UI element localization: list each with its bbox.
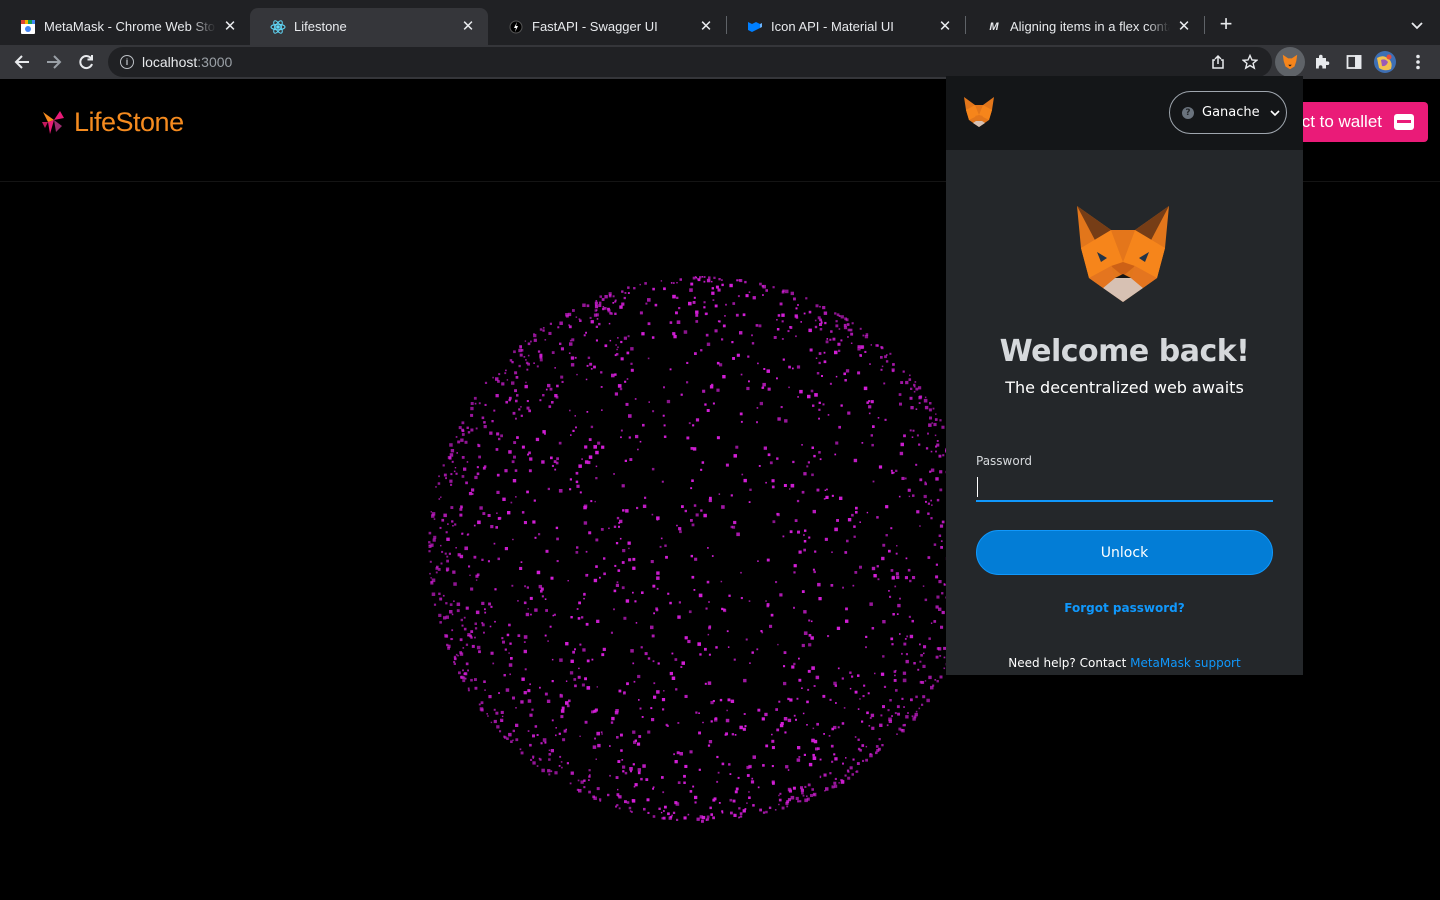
welcome-subtitle: The decentralized web awaits — [1005, 378, 1244, 397]
tab-material-ui[interactable]: Icon API - Material UI ✕ — [727, 8, 965, 45]
metamask-fox-icon — [964, 97, 994, 127]
network-selector[interactable]: ? Ganache — [1169, 91, 1287, 134]
close-tab-icon[interactable]: ✕ — [698, 18, 714, 35]
tab-strip: MetaMask - Chrome Web Store ✕ Lifestone … — [0, 0, 1440, 45]
tab-title: Icon API - Material UI — [771, 19, 894, 34]
connect-wallet-label: ct to wallet — [1301, 112, 1382, 131]
welcome-title: Welcome back! — [999, 334, 1250, 369]
password-input[interactable] — [976, 472, 1273, 502]
url-host: localhost — [142, 54, 198, 70]
react-icon — [270, 19, 286, 35]
star-icon[interactable] — [1240, 52, 1260, 72]
swagger-icon — [508, 19, 524, 35]
new-tab-button[interactable]: + — [1214, 13, 1238, 37]
lifestone-logo-icon — [42, 110, 64, 134]
tab-title: Aligning items in a flex container — [1010, 19, 1170, 34]
metamask-support-link[interactable]: MetaMask support — [1130, 656, 1241, 670]
network-name: Ganache — [1202, 105, 1260, 120]
close-tab-icon[interactable]: ✕ — [1176, 18, 1192, 35]
forgot-password-link[interactable]: Forgot password? — [946, 601, 1303, 615]
mdn-icon: M — [989, 20, 999, 33]
profile-avatar[interactable] — [1370, 47, 1400, 77]
logo-text: LifeStone — [74, 107, 184, 137]
share-icon[interactable] — [1208, 52, 1228, 72]
arrow-left-icon[interactable] — [9, 49, 35, 75]
metamask-fox-logo — [1077, 206, 1169, 302]
close-tab-icon[interactable]: ✕ — [460, 18, 476, 35]
tab-fastapi[interactable]: FastAPI - Swagger UI ✕ — [488, 8, 726, 45]
tab-title: MetaMask - Chrome Web Store — [44, 19, 216, 34]
password-label: Password — [976, 454, 1033, 468]
tab-lifestone[interactable]: Lifestone ✕ — [250, 8, 488, 45]
unlock-button[interactable]: Unlock — [976, 530, 1273, 575]
arrow-right-icon[interactable] — [41, 49, 67, 75]
close-tab-icon[interactable]: ✕ — [222, 18, 238, 35]
chevron-down-icon — [1270, 109, 1280, 116]
tab-mdn[interactable]: M Aligning items in a flex container ✕ — [966, 8, 1204, 45]
info-icon[interactable]: i — [120, 55, 134, 69]
puzzle-icon[interactable] — [1307, 47, 1337, 77]
metamask-extension-button[interactable] — [1275, 47, 1305, 77]
tab-title: FastAPI - Swagger UI — [532, 19, 658, 34]
url-port: :3000 — [197, 54, 233, 70]
text-caret — [977, 477, 978, 497]
metamask-popup: ? Ganache Welcome back! The decentralize… — [946, 76, 1303, 675]
chrome-web-store-icon — [20, 19, 36, 35]
lifestone-logo[interactable]: LifeStone — [40, 107, 184, 138]
tab-title: Lifestone — [294, 19, 347, 34]
kebab-menu-icon[interactable] — [1403, 47, 1433, 77]
metamask-fox-icon — [1282, 54, 1298, 70]
tab-separator — [1204, 16, 1205, 34]
material-ui-icon — [747, 19, 763, 35]
browser-toolbar: i localhost:3000 — [0, 45, 1440, 79]
help-icon: ? — [1182, 106, 1194, 119]
reload-icon[interactable] — [73, 49, 99, 75]
help-prefix: Need help? Contact — [1008, 656, 1131, 670]
metamask-header: ? Ganache — [946, 76, 1303, 150]
help-text: Need help? Contact MetaMask support — [946, 656, 1303, 670]
tab-metamask-store[interactable]: MetaMask - Chrome Web Store ✕ — [0, 8, 250, 45]
wallet-icon — [1394, 114, 1414, 130]
tab-search-icon[interactable] — [1406, 14, 1428, 36]
side-panel-icon[interactable] — [1339, 47, 1369, 77]
address-bar[interactable]: i localhost:3000 — [108, 47, 1272, 77]
close-tab-icon[interactable]: ✕ — [937, 18, 953, 35]
